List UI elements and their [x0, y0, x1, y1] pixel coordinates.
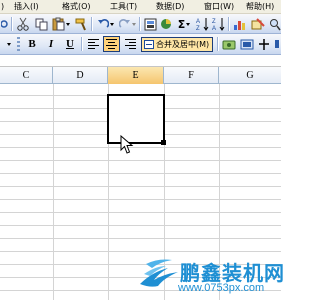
- sort-descending-icon[interactable]: ZA: [211, 16, 225, 32]
- formatting-toolbar: B I U 合并及居中(M): [0, 34, 281, 55]
- paste-icon[interactable]: [51, 16, 71, 32]
- menu-window[interactable]: 窗口(W): [204, 1, 234, 13]
- autosum-label: Σ: [177, 17, 186, 31]
- undo-icon[interactable]: [95, 16, 115, 32]
- cut-icon[interactable]: [15, 16, 31, 32]
- toolbar-grip: [17, 37, 20, 51]
- svg-text:A: A: [196, 19, 200, 25]
- svg-text:Z: Z: [212, 19, 216, 25]
- format-painter-icon[interactable]: [73, 16, 89, 32]
- toolbar-separator: [228, 17, 229, 31]
- svg-text:Z: Z: [196, 26, 200, 31]
- zoom-icon[interactable]: [268, 16, 281, 32]
- mouse-pointer-icon: [120, 135, 134, 154]
- italic-button[interactable]: I: [43, 36, 59, 52]
- menu-help[interactable]: 帮助(H): [246, 1, 274, 13]
- svg-text:A: A: [212, 26, 216, 31]
- hyperlink-icon[interactable]: [143, 16, 157, 32]
- autosum-button[interactable]: Σ: [175, 16, 193, 32]
- watermark-logo-icon: [140, 259, 178, 287]
- formula-bar[interactable]: [0, 55, 281, 67]
- bold-button[interactable]: B: [24, 36, 40, 52]
- merge-and-center-label: 合并及居中(M): [156, 40, 210, 49]
- redo-icon[interactable]: [117, 16, 137, 32]
- menu-data[interactable]: 数据(D): [156, 1, 184, 13]
- column-header-g[interactable]: G: [219, 67, 281, 84]
- toolbar-overflow-icon[interactable]: [273, 36, 281, 52]
- column-header-d[interactable]: D: [53, 67, 108, 84]
- increase-decimal-icon[interactable]: [257, 36, 271, 52]
- menu-format[interactable]: 格式(O): [62, 1, 91, 13]
- currency-style-icon[interactable]: [221, 36, 237, 52]
- standard-toolbar: Σ AZ ZA: [0, 14, 281, 34]
- merged-cell-selection: [107, 94, 165, 144]
- column-header-c[interactable]: C: [0, 67, 53, 84]
- copy-icon[interactable]: [33, 16, 49, 32]
- merge-and-center-button[interactable]: 合并及居中(M): [141, 37, 213, 52]
- chart-wizard-icon[interactable]: [159, 16, 173, 32]
- toolbar-separator: [91, 17, 92, 31]
- column-header-e[interactable]: E: [108, 67, 164, 84]
- menu-bar: ) 插入(I) 格式(O) 工具(T) 数据(D) 窗口(W) 帮助(H): [0, 0, 281, 14]
- align-right-icon[interactable]: [122, 36, 138, 52]
- column-header-f[interactable]: F: [164, 67, 219, 84]
- toolbar-separator: [139, 17, 140, 31]
- align-left-icon[interactable]: [85, 36, 101, 52]
- chart-icon[interactable]: [232, 16, 248, 32]
- sort-ascending-icon[interactable]: AZ: [195, 16, 209, 32]
- underline-button[interactable]: U: [62, 36, 78, 52]
- column-headers: C D E F G: [0, 67, 281, 84]
- fill-handle: [161, 140, 166, 145]
- euro-icon[interactable]: [239, 36, 255, 52]
- merge-cells-icon: [144, 40, 154, 49]
- menu-item-partial: ): [1, 2, 5, 11]
- research-icon[interactable]: [0, 16, 10, 32]
- menu-tools[interactable]: 工具(T): [110, 1, 137, 13]
- font-size-dropdown[interactable]: [4, 36, 14, 52]
- watermark-url: www.0753px.com: [178, 282, 265, 294]
- align-center-icon[interactable]: [103, 36, 120, 52]
- toolbar-separator: [217, 37, 218, 51]
- menu-insert[interactable]: 插入(I): [14, 1, 39, 13]
- toolbar-separator: [11, 17, 12, 31]
- toolbar-separator: [81, 37, 82, 51]
- drawing-icon[interactable]: [250, 16, 266, 32]
